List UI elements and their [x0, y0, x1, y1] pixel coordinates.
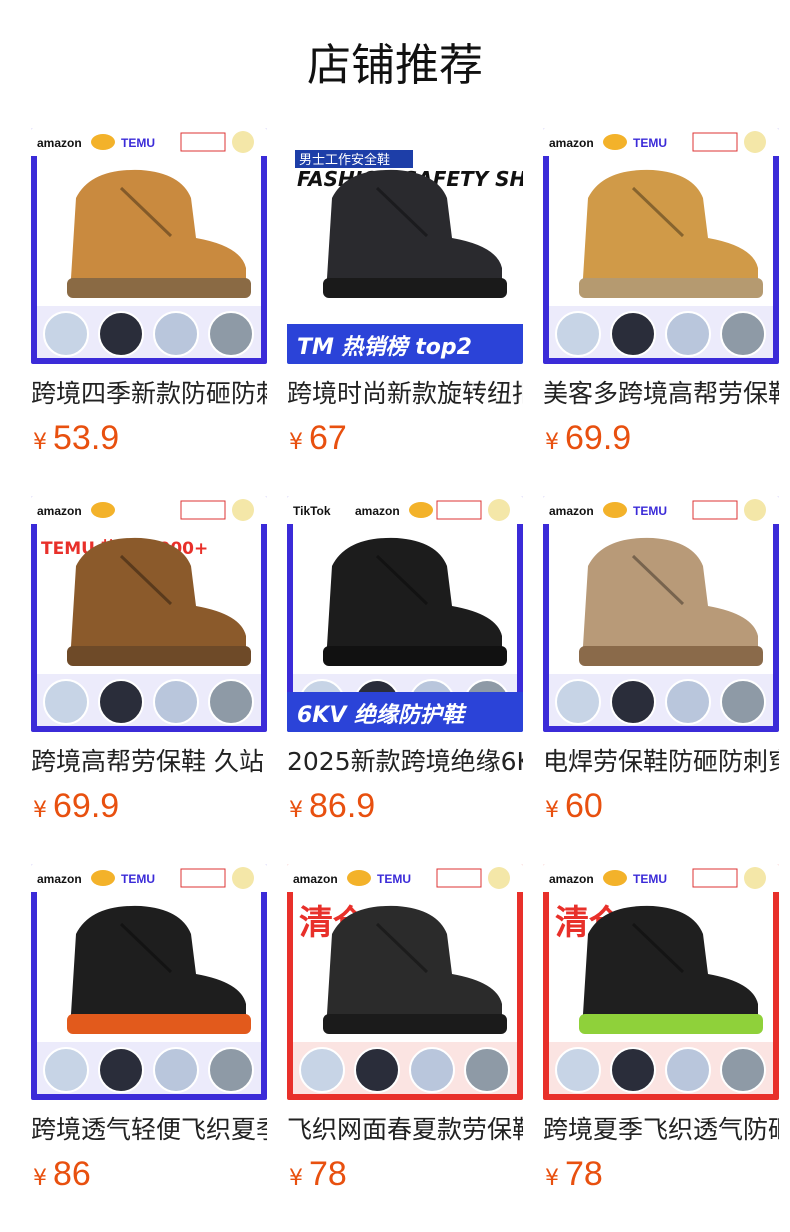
- feature-icon: [610, 311, 656, 357]
- feature-icon: [354, 1047, 400, 1093]
- product-title[interactable]: 跨境四季新款防砸防刺: [31, 376, 267, 412]
- banner-text: TM 热销榜 top2: [297, 334, 472, 360]
- product-price: ¥69.9: [545, 418, 631, 458]
- feature-icon: [98, 679, 144, 725]
- feature-icon: [98, 311, 144, 357]
- feature-icon: [665, 679, 711, 725]
- badge-temu: TEMU: [633, 504, 667, 518]
- product-image[interactable]: amazonTEMU 热销10000+: [31, 496, 267, 732]
- price-amount: 78: [309, 1155, 347, 1193]
- feature-icon: [610, 1047, 656, 1093]
- currency-symbol: ¥: [33, 798, 47, 823]
- product-price: ¥69.9: [33, 786, 119, 826]
- price-amount: 78: [565, 1155, 603, 1193]
- feature-icon: [409, 1047, 455, 1093]
- product-title[interactable]: 跨境夏季飞织透气防砸: [543, 1112, 779, 1148]
- feature-icon: [153, 679, 199, 725]
- product-title[interactable]: 跨境时尚新款旋转纽扣: [287, 376, 523, 412]
- feature-icon: [464, 1047, 510, 1093]
- product-title[interactable]: 美客多跨境高帮劳保鞋: [543, 376, 779, 412]
- currency-symbol: ¥: [545, 798, 559, 823]
- price-amount: 86: [53, 1155, 91, 1193]
- badge-temu: TEMU: [633, 872, 667, 886]
- badge-amazon: amazon: [293, 872, 338, 886]
- product-image[interactable]: amazon TEMU: [543, 496, 779, 732]
- price-amount: 60: [565, 787, 603, 825]
- currency-symbol: ¥: [289, 430, 303, 455]
- feature-icon: [720, 679, 766, 725]
- price-amount: 67: [309, 419, 347, 457]
- badge-amazon: amazon: [37, 504, 82, 518]
- feature-icon: [43, 1047, 89, 1093]
- feature-icon: [153, 311, 199, 357]
- feature-icon: [208, 1047, 254, 1093]
- svg-text:男士工作安全鞋: 男士工作安全鞋: [299, 152, 390, 168]
- currency-symbol: ¥: [545, 1166, 559, 1191]
- feature-icon: [208, 679, 254, 725]
- feature-icon: [153, 1047, 199, 1093]
- feature-icon: [665, 1047, 711, 1093]
- feature-icon: [555, 679, 601, 725]
- price-amount: 53.9: [53, 419, 120, 457]
- product-price: ¥86.9: [289, 786, 375, 826]
- badge-temu: TEMU: [377, 872, 411, 886]
- currency-symbol: ¥: [33, 1166, 47, 1191]
- product-image[interactable]: amazon TEMU 清仓: [543, 864, 779, 1100]
- product-image[interactable]: amazon TEMU 清仓: [287, 864, 523, 1100]
- price-amount: 69.9: [53, 787, 120, 825]
- product-price: ¥86: [33, 1154, 91, 1194]
- product-price: ¥67: [289, 418, 347, 458]
- currency-symbol: ¥: [289, 798, 303, 823]
- banner-text: 6KV 绝缘防护鞋: [297, 702, 467, 728]
- badge-tiktok: TikTok: [293, 504, 331, 518]
- product-title[interactable]: 2025新款跨境绝缘6KV: [287, 744, 523, 780]
- product-price: ¥78: [545, 1154, 603, 1194]
- badge-temu: TEMU: [633, 136, 667, 150]
- feature-icon: [720, 1047, 766, 1093]
- feature-icon: [43, 679, 89, 725]
- feature-icon: [98, 1047, 144, 1093]
- product-image[interactable]: amazon TEMU: [31, 864, 267, 1100]
- feature-icon: [610, 679, 656, 725]
- currency-symbol: ¥: [289, 1166, 303, 1191]
- product-price: ¥60: [545, 786, 603, 826]
- feature-icon: [665, 311, 711, 357]
- feature-icon: [208, 311, 254, 357]
- feature-icon: [555, 311, 601, 357]
- feature-icon: [555, 1047, 601, 1093]
- product-image[interactable]: TikTokamazonTEMU6KV 绝缘防护鞋: [287, 496, 523, 732]
- price-amount: 86.9: [309, 787, 376, 825]
- feature-icon: [720, 311, 766, 357]
- currency-symbol: ¥: [545, 430, 559, 455]
- badge-amazon: amazon: [549, 872, 594, 886]
- badge-temu: TEMU: [121, 136, 155, 150]
- product-title[interactable]: 电焊劳保鞋防砸防刺穿: [543, 744, 779, 780]
- badge-amazon: amazon: [37, 872, 82, 886]
- product-image[interactable]: amazon TEMU: [31, 128, 267, 364]
- feature-icon: [299, 1047, 345, 1093]
- product-image[interactable]: amazon TEMU: [543, 128, 779, 364]
- badge-amazon: amazon: [37, 136, 82, 150]
- product-image[interactable]: FASHION SAFETY SHOES男士工作安全鞋TM 热销榜 top2: [287, 128, 523, 364]
- badge-amazon: amazon: [355, 504, 400, 518]
- product-price: ¥78: [289, 1154, 347, 1194]
- section-title: 店铺推荐: [307, 40, 483, 91]
- price-amount: 69.9: [565, 419, 632, 457]
- product-title[interactable]: 跨境透气轻便飞织夏季: [31, 1112, 267, 1148]
- feature-icon: [43, 311, 89, 357]
- badge-temu: TEMU: [121, 872, 155, 886]
- product-title[interactable]: 跨境高帮劳保鞋 久站: [31, 744, 267, 780]
- currency-symbol: ¥: [33, 430, 47, 455]
- product-title[interactable]: 飞织网面春夏款劳保鞋: [287, 1112, 523, 1148]
- product-price: ¥53.9: [33, 418, 119, 458]
- badge-amazon: amazon: [549, 504, 594, 518]
- badge-amazon: amazon: [549, 136, 594, 150]
